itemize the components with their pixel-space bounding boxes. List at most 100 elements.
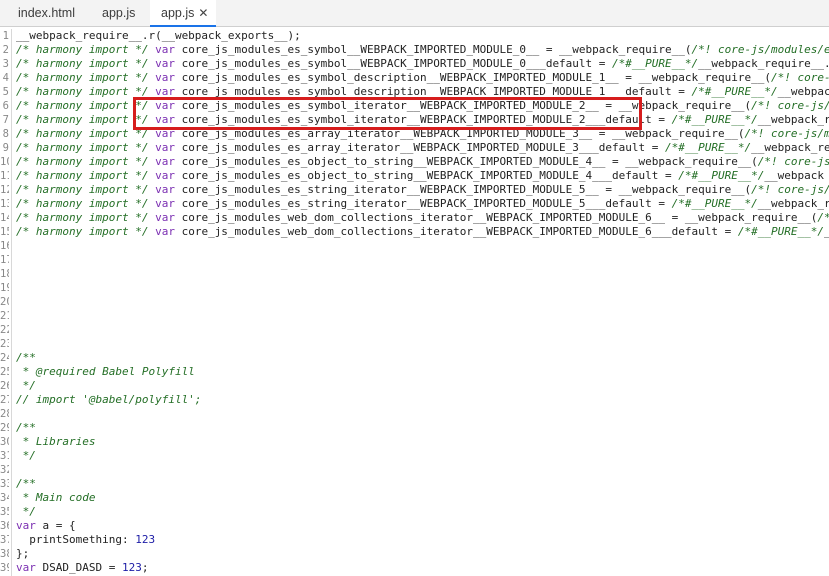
code-token: var <box>155 57 175 70</box>
code-token: /* harmony import */ <box>16 197 156 210</box>
tab-app-js-active[interactable]: app.js ✕ <box>150 0 216 27</box>
code-token: /*#__PURE__*/ <box>678 169 765 182</box>
code-text: * Libraries <box>16 435 96 449</box>
code-line[interactable]: 5 /* harmony import */ var core_js_module… <box>0 85 829 99</box>
line-number: 32 <box>0 464 9 476</box>
code-line[interactable]: 16 <box>0 239 829 253</box>
code-line[interactable]: 38}; <box>0 547 829 561</box>
code-line[interactable]: 28 <box>0 407 829 421</box>
code-line[interactable]: 11 /* harmony import */ var core_js_modul… <box>0 169 829 183</box>
code-line[interactable]: 2 /* harmony import */ var core_js_module… <box>0 43 829 57</box>
code-token: /** <box>16 477 36 490</box>
code-token: var <box>155 183 175 196</box>
code-token: /* harmony import */ <box>16 57 156 70</box>
line-number: 35 <box>0 506 9 518</box>
code-token: /*#__PURE__*/ <box>665 141 752 154</box>
code-line[interactable]: 23 <box>0 337 829 351</box>
line-number: 22 <box>0 324 9 336</box>
code-line[interactable]: 13 /* harmony import */ var core_js_modul… <box>0 197 829 211</box>
code-token: var <box>155 169 175 182</box>
code-line[interactable]: 4 /* harmony import */ var core_js_module… <box>0 71 829 85</box>
code-line[interactable]: 19 <box>0 281 829 295</box>
code-line[interactable]: 29 /** <box>0 421 829 435</box>
code-line[interactable]: 14 /* harmony import */ var core_js_modul… <box>0 211 829 225</box>
code-text: }; <box>16 547 29 561</box>
code-token: core_js_modules_es_object_to_string__WEB… <box>174 155 758 168</box>
code-line[interactable]: 31 */ <box>0 449 829 463</box>
code-text: /* harmony import */ var core_js_modules… <box>16 225 829 239</box>
code-line[interactable]: 33 /** <box>0 477 829 491</box>
code-token: /* harmony import */ <box>16 99 156 112</box>
code-line[interactable]: 10 /* harmony import */ var core_js_modul… <box>0 155 829 169</box>
line-number: 3 <box>2 58 9 70</box>
close-icon[interactable]: ✕ <box>198 6 208 20</box>
code-token: /* harmony import */ <box>16 43 156 56</box>
code-line[interactable]: 18 <box>0 267 829 281</box>
code-editor[interactable]: 1 __webpack_require__.r(__webpack_exports… <box>0 29 829 576</box>
code-text: // import '@babel/polyfill'; <box>16 393 201 407</box>
code-token: var <box>155 71 175 84</box>
code-line[interactable]: 30 * Libraries <box>0 435 829 449</box>
code-line[interactable]: 7 /* harmony import */ var core_js_module… <box>0 113 829 127</box>
code-token: /* harmony import */ <box>16 169 156 182</box>
code-token: 123 <box>121 561 142 574</box>
code-token: var <box>155 127 175 140</box>
code-token: core_js_modules_es_symbol_iterator__WEBP… <box>174 99 752 112</box>
code-line[interactable]: 3 /* harmony import */ var core_js_module… <box>0 57 829 71</box>
code-line[interactable]: 21 <box>0 309 829 323</box>
tab-label: app.js <box>102 6 136 20</box>
line-number: 36 <box>0 520 9 532</box>
code-line[interactable]: 26 */ <box>0 379 829 393</box>
code-token: * Main code <box>16 491 96 504</box>
code-line[interactable]: 27 // import '@babel/polyfill'; <box>0 393 829 407</box>
code-token: var <box>155 113 175 126</box>
code-line[interactable]: 9 /* harmony import */ var core_js_module… <box>0 141 829 155</box>
line-number: 18 <box>0 268 9 280</box>
code-line[interactable]: 17 <box>0 253 829 267</box>
code-token: /* harmony import */ <box>16 141 156 154</box>
code-line[interactable]: 22 <box>0 323 829 337</box>
code-line[interactable]: 1 __webpack_require__.r(__webpack_exports… <box>0 29 829 43</box>
code-text: /* harmony import */ var core_js_modules… <box>16 141 829 155</box>
code-line[interactable]: 32 <box>0 463 829 477</box>
code-token: */ <box>16 449 36 462</box>
code-token: core_js_modules_es_symbol__WEBPACK_IMPOR… <box>174 43 692 56</box>
code-text: * @required Babel Polyfill <box>16 365 195 379</box>
line-number: 21 <box>0 310 9 322</box>
code-text: __webpack_require__.r(__webpack_exports_… <box>16 29 301 43</box>
code-line[interactable]: 24 /** <box>0 351 829 365</box>
code-line[interactable]: 20 <box>0 295 829 309</box>
code-token: var <box>155 211 175 224</box>
code-token: __ <box>824 225 829 238</box>
code-line[interactable]: 34 * Main code <box>0 491 829 505</box>
code-token: * Libraries <box>16 435 96 448</box>
code-line[interactable]: 25 * @required Babel Polyfill <box>0 365 829 379</box>
code-token: var <box>16 561 36 574</box>
code-token: /*! core- <box>770 71 829 84</box>
code-text: /* harmony import */ var core_js_modules… <box>16 155 829 169</box>
line-number: 31 <box>0 450 9 462</box>
code-line[interactable]: 35 */ <box>0 505 829 519</box>
code-token: __webpack_require__.r(__webpack_exports_… <box>16 29 301 42</box>
code-line[interactable]: 37 printSomething: 123 <box>0 533 829 547</box>
code-line[interactable]: 12 /* harmony import */ var core_js_modul… <box>0 183 829 197</box>
line-number: 19 <box>0 282 9 294</box>
line-number: 24 <box>0 352 9 364</box>
code-token: /* harmony import */ <box>16 183 156 196</box>
tab-index-html[interactable]: index.html <box>14 0 86 27</box>
code-token: /*! core-js/m <box>744 127 829 140</box>
code-line[interactable]: 36 var a = { <box>0 519 829 533</box>
code-line[interactable]: 15 /* harmony import */ var core_js_modul… <box>0 225 829 239</box>
code-line[interactable]: 6 /* harmony import */ var core_js_module… <box>0 99 829 113</box>
code-token: core_js_modules_es_string_iterator__WEBP… <box>174 183 752 196</box>
code-text: /* harmony import */ var core_js_modules… <box>16 169 824 183</box>
code-token: var <box>155 155 175 168</box>
line-number: 28 <box>0 408 9 420</box>
code-line[interactable]: 8 /* harmony import */ var core_js_module… <box>0 127 829 141</box>
code-token: var <box>155 85 175 98</box>
code-token: /*#__PURE__*/ <box>671 113 758 126</box>
tab-app-js[interactable]: app.js <box>99 0 149 27</box>
code-token: /* harmony import */ <box>16 127 156 140</box>
code-line[interactable]: 39 var DSAD_DASD = 123; <box>0 561 829 575</box>
code-token: /** <box>16 351 36 364</box>
